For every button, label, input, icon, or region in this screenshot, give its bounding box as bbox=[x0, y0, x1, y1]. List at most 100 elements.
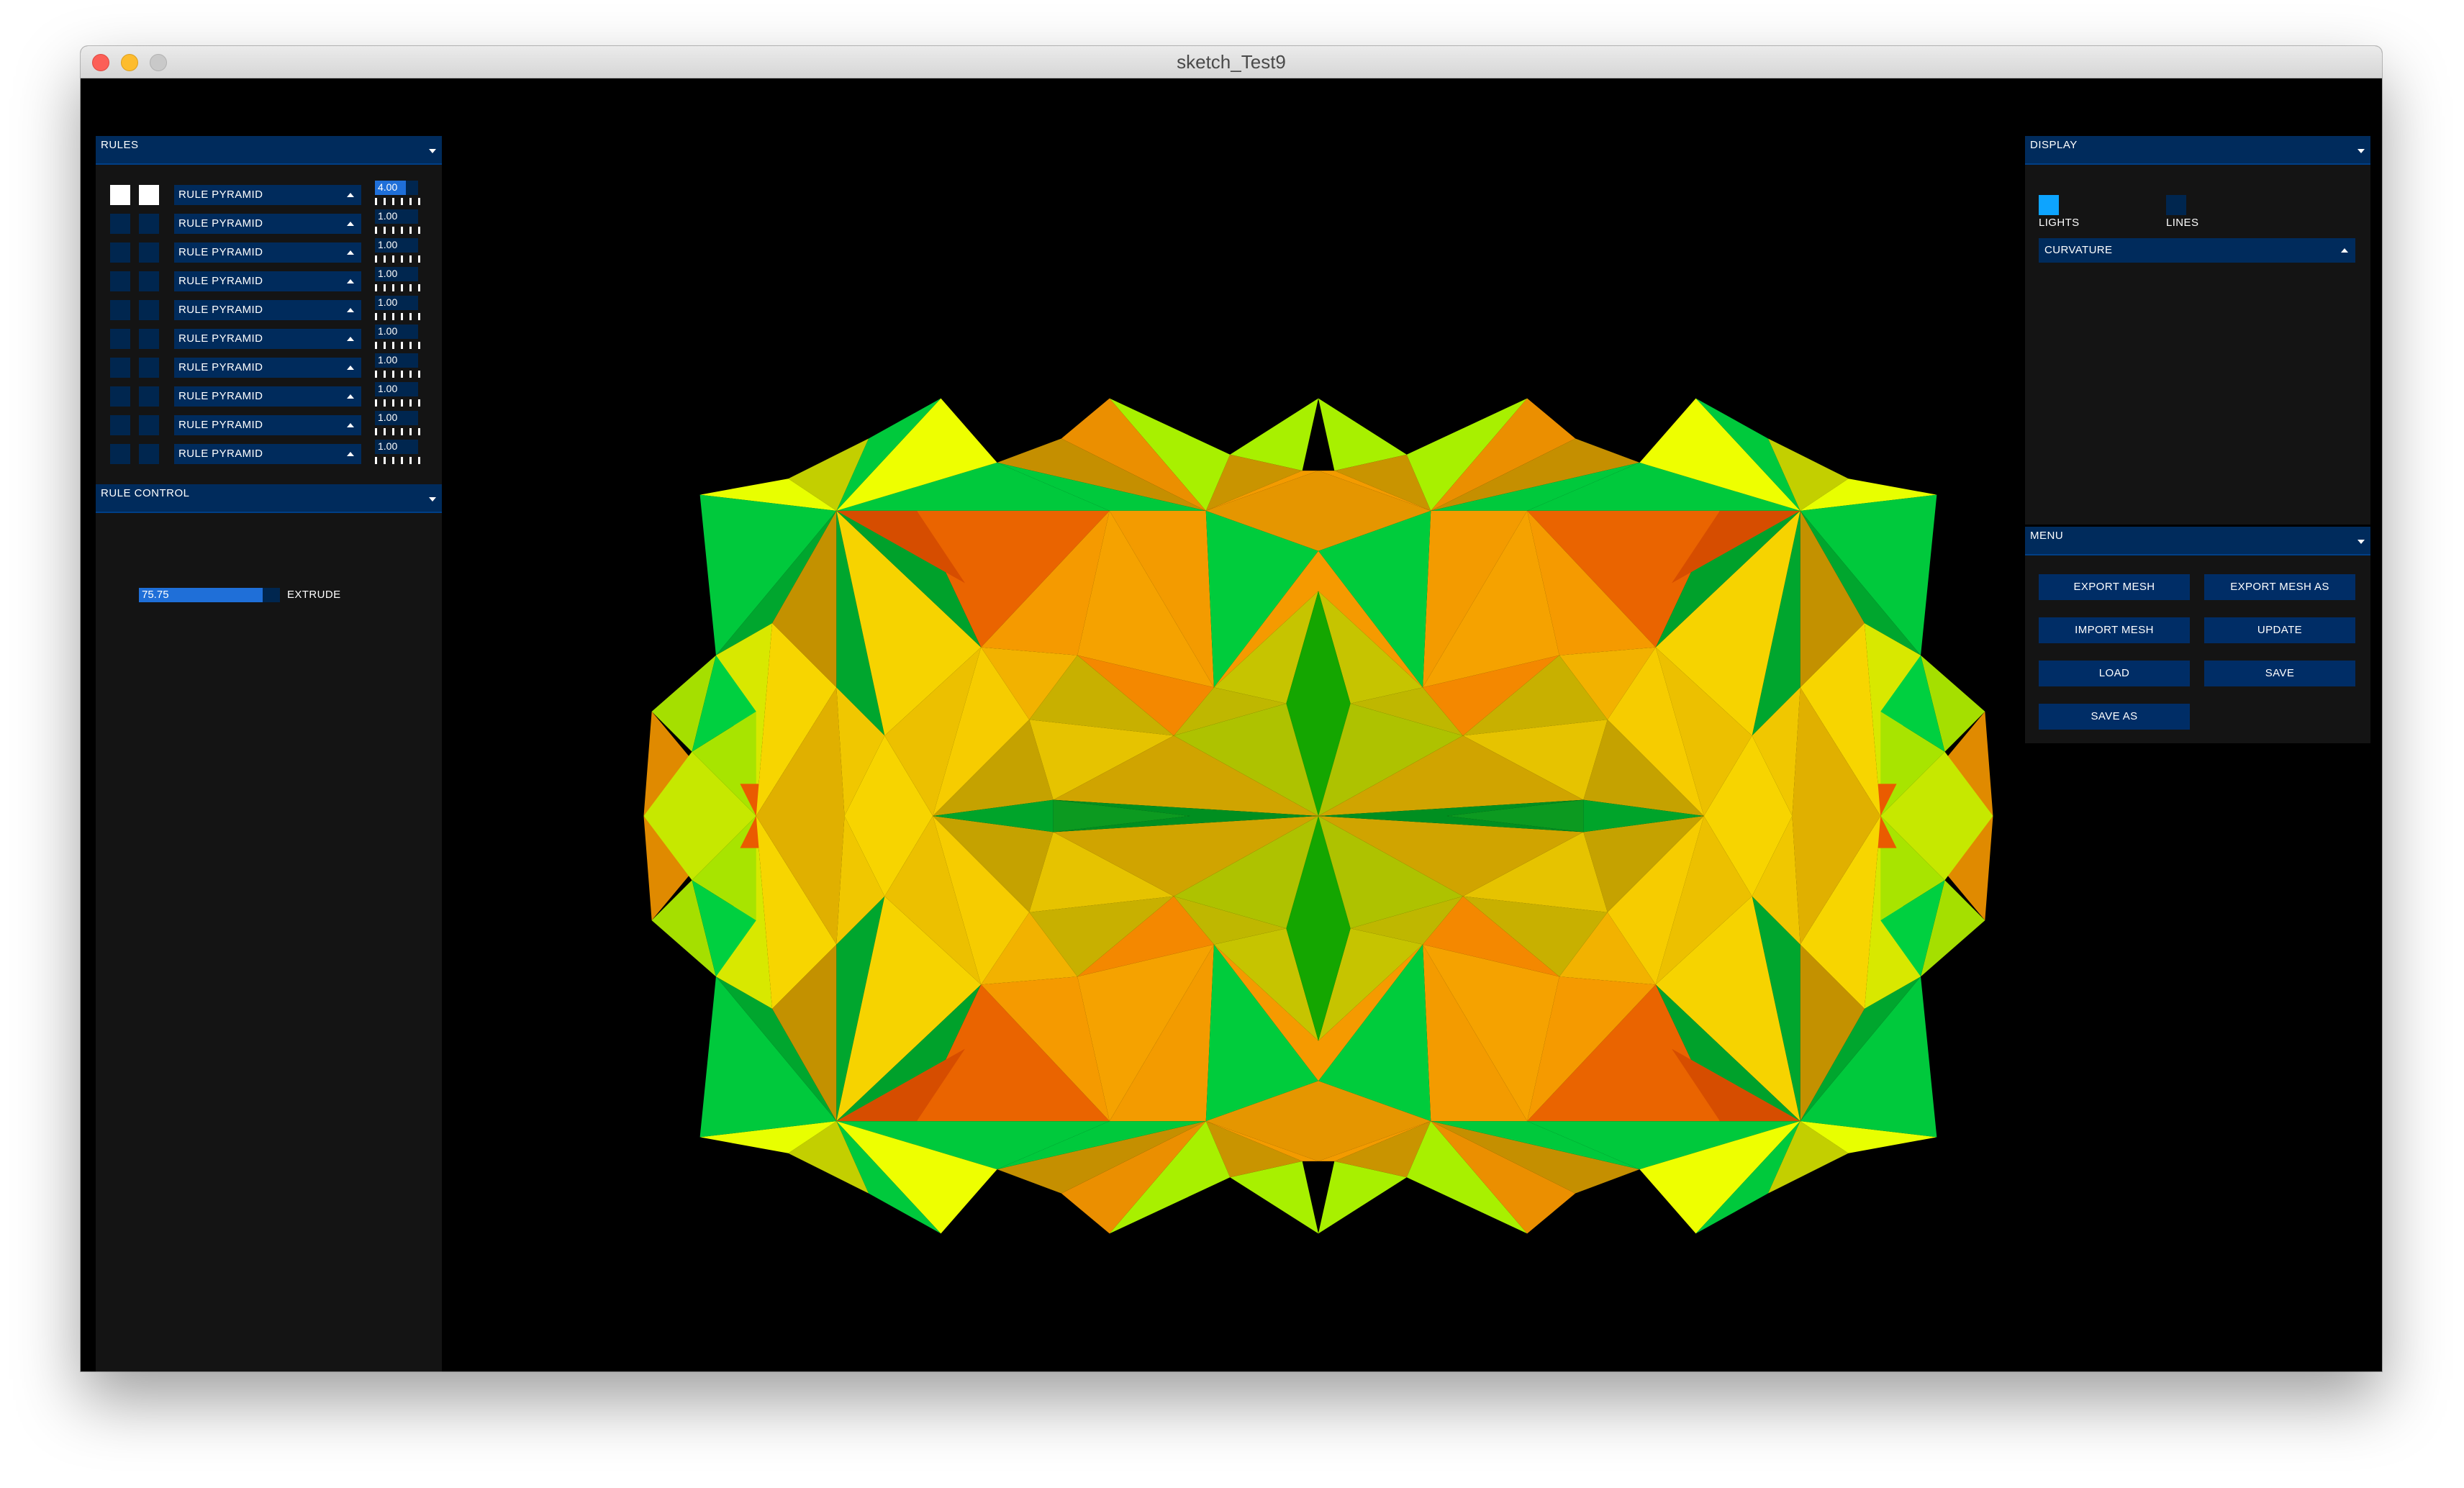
extrude-slider[interactable]: 75.75 bbox=[139, 588, 280, 602]
rule-dropdown-label: RULE PYRAMID bbox=[178, 332, 263, 345]
rule-row: RULE PYRAMID 1.00 bbox=[96, 353, 442, 379]
rule-dropdown[interactable]: RULE PYRAMID bbox=[174, 185, 361, 205]
rule-enable-checkbox[interactable] bbox=[110, 271, 130, 291]
collapse-caret-icon[interactable] bbox=[2357, 540, 2365, 544]
rule-value-slider[interactable]: 1.00 bbox=[375, 209, 418, 224]
export-mesh-button[interactable]: EXPORT MESH bbox=[2039, 574, 2190, 600]
display-mode-dropdown[interactable]: CURVATURE bbox=[2039, 238, 2355, 263]
rule-dropdown[interactable]: RULE PYRAMID bbox=[174, 444, 361, 464]
chevron-up-icon bbox=[347, 366, 354, 370]
rule-dropdown[interactable]: RULE PYRAMID bbox=[174, 271, 361, 291]
chevron-up-icon bbox=[347, 423, 354, 427]
rule-dropdown[interactable]: RULE PYRAMID bbox=[174, 329, 361, 349]
lines-toggle[interactable] bbox=[2166, 195, 2186, 215]
chevron-up-icon bbox=[347, 452, 354, 456]
rule-value-slider[interactable]: 1.00 bbox=[375, 382, 418, 396]
rule-row: RULE PYRAMID 1.00 bbox=[96, 238, 442, 264]
export-mesh-as-button[interactable]: EXPORT MESH AS bbox=[2204, 574, 2355, 600]
rule-dropdown[interactable]: RULE PYRAMID bbox=[174, 214, 361, 234]
chevron-up-icon bbox=[347, 222, 354, 226]
display-panel: DISPLAY LIGHTS LINES CURVATURE bbox=[2025, 136, 2370, 525]
mesh-quadrant bbox=[643, 398, 1318, 816]
chevron-up-icon bbox=[347, 279, 354, 283]
rule-value-slider[interactable]: 1.00 bbox=[375, 353, 418, 368]
display-header[interactable]: DISPLAY bbox=[2025, 136, 2370, 165]
sketch-canvas[interactable]: RULES RULE PYRAMID 4.00 RULE PYRAMID 1.00 RU… bbox=[81, 78, 2382, 1371]
rule-enable-checkbox[interactable] bbox=[110, 358, 130, 378]
rule-select-checkbox[interactable] bbox=[139, 242, 159, 263]
rule-value-label: 1.00 bbox=[378, 354, 398, 366]
rule-value-slider[interactable]: 1.00 bbox=[375, 411, 418, 425]
rule-enable-checkbox[interactable] bbox=[110, 185, 130, 205]
rule-enable-checkbox[interactable] bbox=[110, 415, 130, 435]
rule-value-label: 1.00 bbox=[378, 412, 398, 423]
chevron-up-icon bbox=[347, 337, 354, 341]
rule-enable-checkbox[interactable] bbox=[110, 329, 130, 349]
rule-select-checkbox[interactable] bbox=[139, 329, 159, 349]
rule-dropdown-label: RULE PYRAMID bbox=[178, 361, 263, 373]
rule-dropdown-label: RULE PYRAMID bbox=[178, 217, 263, 230]
app-window: sketch_Test9 RULES RULE PYRAMID 4.00 RUL… bbox=[81, 46, 2382, 1371]
rule-value-slider[interactable]: 1.00 bbox=[375, 325, 418, 339]
rule-select-checkbox[interactable] bbox=[139, 415, 159, 435]
rules-header-label: RULES bbox=[101, 139, 139, 151]
rule-select-checkbox[interactable] bbox=[139, 300, 159, 320]
chevron-up-icon bbox=[2341, 248, 2348, 253]
display-header-label: DISPLAY bbox=[2030, 139, 2078, 151]
rule-value-slider[interactable]: 1.00 bbox=[375, 267, 418, 281]
rule-row: RULE PYRAMID 1.00 bbox=[96, 382, 442, 408]
rule-dropdown-label: RULE PYRAMID bbox=[178, 246, 263, 258]
rule-row: RULE PYRAMID 1.00 bbox=[96, 411, 442, 437]
rule-dropdown[interactable]: RULE PYRAMID bbox=[174, 242, 361, 263]
rule-enable-checkbox[interactable] bbox=[110, 386, 130, 407]
collapse-caret-icon[interactable] bbox=[2357, 149, 2365, 153]
rule-select-checkbox[interactable] bbox=[139, 271, 159, 291]
rule-select-checkbox[interactable] bbox=[139, 185, 159, 205]
chevron-up-icon bbox=[347, 193, 354, 197]
rule-value-slider[interactable]: 1.00 bbox=[375, 296, 418, 310]
rule-value-slider[interactable]: 1.00 bbox=[375, 440, 418, 454]
save-button[interactable]: SAVE bbox=[2204, 661, 2355, 686]
rule-value-slider[interactable]: 4.00 bbox=[375, 181, 418, 195]
extrude-label: EXTRUDE bbox=[287, 589, 341, 601]
rule-value-label: 4.00 bbox=[378, 181, 398, 193]
import-mesh-button[interactable]: IMPORT MESH bbox=[2039, 617, 2190, 643]
rule-value-label: 1.00 bbox=[378, 210, 398, 222]
rule-dropdown[interactable]: RULE PYRAMID bbox=[174, 358, 361, 378]
rules-header[interactable]: RULES bbox=[96, 136, 442, 165]
update-button[interactable]: UPDATE bbox=[2204, 617, 2355, 643]
save-as-button[interactable]: SAVE AS bbox=[2039, 704, 2190, 730]
rule-value-label: 1.00 bbox=[378, 440, 398, 452]
rule-value-slider[interactable]: 1.00 bbox=[375, 238, 418, 253]
rule-dropdown[interactable]: RULE PYRAMID bbox=[174, 386, 361, 407]
rule-enable-checkbox[interactable] bbox=[110, 444, 130, 464]
lights-toggle[interactable] bbox=[2039, 195, 2059, 215]
rule-dropdown-label: RULE PYRAMID bbox=[178, 304, 263, 316]
rule-dropdown[interactable]: RULE PYRAMID bbox=[174, 415, 361, 435]
rule-dropdown[interactable]: RULE PYRAMID bbox=[174, 300, 361, 320]
mesh-viewport[interactable] bbox=[635, 366, 2002, 1266]
rule-value-ticks bbox=[375, 428, 421, 435]
rule-control-header[interactable]: RULE CONTROL bbox=[96, 484, 442, 513]
collapse-caret-icon[interactable] bbox=[429, 149, 436, 153]
rule-select-checkbox[interactable] bbox=[139, 214, 159, 234]
rule-enable-checkbox[interactable] bbox=[110, 300, 130, 320]
rule-value-ticks bbox=[375, 284, 421, 291]
load-button[interactable]: LOAD bbox=[2039, 661, 2190, 686]
rule-select-checkbox[interactable] bbox=[139, 386, 159, 407]
rule-value-ticks bbox=[375, 227, 421, 234]
rule-select-checkbox[interactable] bbox=[139, 358, 159, 378]
rule-value-ticks bbox=[375, 399, 421, 407]
rule-enable-checkbox[interactable] bbox=[110, 214, 130, 234]
rule-value-label: 1.00 bbox=[378, 296, 398, 308]
rule-select-checkbox[interactable] bbox=[139, 444, 159, 464]
rule-dropdown-label: RULE PYRAMID bbox=[178, 189, 263, 201]
rule-row: RULE PYRAMID 4.00 bbox=[96, 181, 442, 207]
rule-value-ticks bbox=[375, 371, 421, 378]
menu-header[interactable]: MENU bbox=[2025, 527, 2370, 555]
rule-value-label: 1.00 bbox=[378, 383, 398, 394]
menu-header-label: MENU bbox=[2030, 530, 2064, 542]
collapse-caret-icon[interactable] bbox=[429, 497, 436, 502]
rule-enable-checkbox[interactable] bbox=[110, 242, 130, 263]
chevron-up-icon bbox=[347, 394, 354, 399]
